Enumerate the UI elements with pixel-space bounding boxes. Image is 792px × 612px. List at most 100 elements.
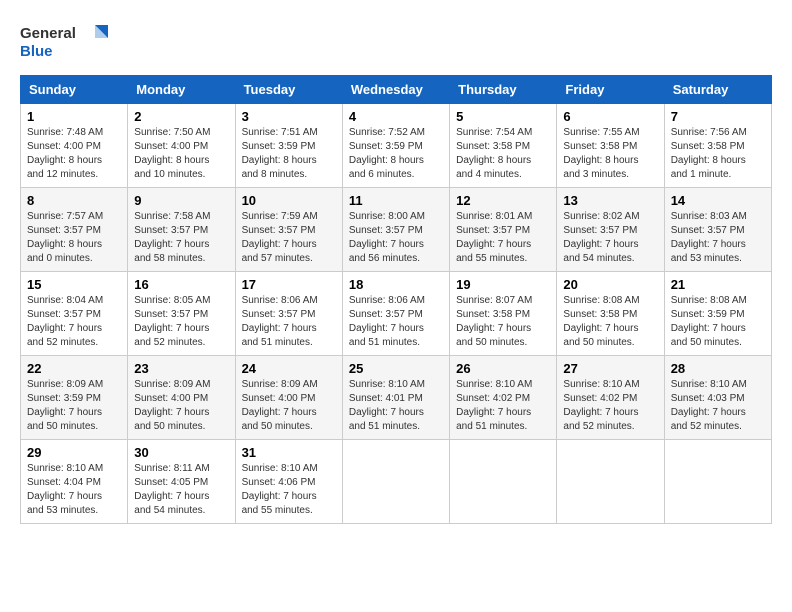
cell-info: Sunrise: 8:10 AMSunset: 4:01 PMDaylight:… [349, 379, 425, 432]
calendar-cell: 15 Sunrise: 8:04 AMSunset: 3:57 PMDaylig… [21, 272, 128, 356]
calendar-cell: 25 Sunrise: 8:10 AMSunset: 4:01 PMDaylig… [342, 356, 449, 440]
cell-info: Sunrise: 8:03 AMSunset: 3:57 PMDaylight:… [671, 211, 747, 264]
day-header-wednesday: Wednesday [342, 76, 449, 104]
cell-info: Sunrise: 8:01 AMSunset: 3:57 PMDaylight:… [456, 211, 532, 264]
svg-text:Blue: Blue [20, 43, 53, 60]
cell-info: Sunrise: 7:54 AMSunset: 3:58 PMDaylight:… [456, 127, 532, 180]
calendar-cell [450, 440, 557, 524]
cell-info: Sunrise: 8:08 AMSunset: 3:58 PMDaylight:… [563, 295, 639, 348]
cell-info: Sunrise: 8:04 AMSunset: 3:57 PMDaylight:… [27, 295, 103, 348]
calendar-cell: 10 Sunrise: 7:59 AMSunset: 3:57 PMDaylig… [235, 188, 342, 272]
calendar-cell: 22 Sunrise: 8:09 AMSunset: 3:59 PMDaylig… [21, 356, 128, 440]
calendar-cell: 6 Sunrise: 7:55 AMSunset: 3:58 PMDayligh… [557, 104, 664, 188]
calendar-week-row: 22 Sunrise: 8:09 AMSunset: 3:59 PMDaylig… [21, 356, 772, 440]
calendar-cell: 3 Sunrise: 7:51 AMSunset: 3:59 PMDayligh… [235, 104, 342, 188]
calendar-cell: 29 Sunrise: 8:10 AMSunset: 4:04 PMDaylig… [21, 440, 128, 524]
calendar-cell: 19 Sunrise: 8:07 AMSunset: 3:58 PMDaylig… [450, 272, 557, 356]
cell-info: Sunrise: 7:48 AMSunset: 4:00 PMDaylight:… [27, 127, 103, 180]
calendar-cell: 16 Sunrise: 8:05 AMSunset: 3:57 PMDaylig… [128, 272, 235, 356]
calendar-cell: 28 Sunrise: 8:10 AMSunset: 4:03 PMDaylig… [664, 356, 771, 440]
day-header-friday: Friday [557, 76, 664, 104]
calendar-cell: 24 Sunrise: 8:09 AMSunset: 4:00 PMDaylig… [235, 356, 342, 440]
logo-svg: General Blue [20, 20, 110, 65]
day-number: 16 [134, 277, 228, 292]
calendar-cell: 18 Sunrise: 8:06 AMSunset: 3:57 PMDaylig… [342, 272, 449, 356]
day-number: 12 [456, 193, 550, 208]
cell-info: Sunrise: 8:09 AMSunset: 4:00 PMDaylight:… [242, 379, 318, 432]
calendar-cell: 1 Sunrise: 7:48 AMSunset: 4:00 PMDayligh… [21, 104, 128, 188]
cell-info: Sunrise: 8:09 AMSunset: 4:00 PMDaylight:… [134, 379, 210, 432]
calendar-cell: 9 Sunrise: 7:58 AMSunset: 3:57 PMDayligh… [128, 188, 235, 272]
calendar-cell: 12 Sunrise: 8:01 AMSunset: 3:57 PMDaylig… [450, 188, 557, 272]
day-number: 17 [242, 277, 336, 292]
cell-info: Sunrise: 7:52 AMSunset: 3:59 PMDaylight:… [349, 127, 425, 180]
calendar-week-row: 15 Sunrise: 8:04 AMSunset: 3:57 PMDaylig… [21, 272, 772, 356]
cell-info: Sunrise: 8:10 AMSunset: 4:02 PMDaylight:… [456, 379, 532, 432]
calendar-cell: 26 Sunrise: 8:10 AMSunset: 4:02 PMDaylig… [450, 356, 557, 440]
calendar-cell: 8 Sunrise: 7:57 AMSunset: 3:57 PMDayligh… [21, 188, 128, 272]
calendar-cell: 23 Sunrise: 8:09 AMSunset: 4:00 PMDaylig… [128, 356, 235, 440]
calendar-cell: 11 Sunrise: 8:00 AMSunset: 3:57 PMDaylig… [342, 188, 449, 272]
cell-info: Sunrise: 8:06 AMSunset: 3:57 PMDaylight:… [349, 295, 425, 348]
calendar-cell: 20 Sunrise: 8:08 AMSunset: 3:58 PMDaylig… [557, 272, 664, 356]
calendar-header-row: SundayMondayTuesdayWednesdayThursdayFrid… [21, 76, 772, 104]
cell-info: Sunrise: 7:50 AMSunset: 4:00 PMDaylight:… [134, 127, 210, 180]
day-header-monday: Monday [128, 76, 235, 104]
day-header-saturday: Saturday [664, 76, 771, 104]
cell-info: Sunrise: 8:07 AMSunset: 3:58 PMDaylight:… [456, 295, 532, 348]
day-number: 5 [456, 109, 550, 124]
day-number: 20 [563, 277, 657, 292]
calendar-cell: 7 Sunrise: 7:56 AMSunset: 3:58 PMDayligh… [664, 104, 771, 188]
calendar-cell: 27 Sunrise: 8:10 AMSunset: 4:02 PMDaylig… [557, 356, 664, 440]
day-number: 29 [27, 445, 121, 460]
calendar-week-row: 1 Sunrise: 7:48 AMSunset: 4:00 PMDayligh… [21, 104, 772, 188]
cell-info: Sunrise: 8:10 AMSunset: 4:03 PMDaylight:… [671, 379, 747, 432]
cell-info: Sunrise: 7:59 AMSunset: 3:57 PMDaylight:… [242, 211, 318, 264]
calendar-cell: 21 Sunrise: 8:08 AMSunset: 3:59 PMDaylig… [664, 272, 771, 356]
day-number: 13 [563, 193, 657, 208]
day-number: 30 [134, 445, 228, 460]
day-number: 14 [671, 193, 765, 208]
calendar-cell: 13 Sunrise: 8:02 AMSunset: 3:57 PMDaylig… [557, 188, 664, 272]
svg-text:General: General [20, 25, 76, 42]
day-number: 9 [134, 193, 228, 208]
calendar-week-row: 29 Sunrise: 8:10 AMSunset: 4:04 PMDaylig… [21, 440, 772, 524]
calendar-table: SundayMondayTuesdayWednesdayThursdayFrid… [20, 75, 772, 524]
calendar-cell: 17 Sunrise: 8:06 AMSunset: 3:57 PMDaylig… [235, 272, 342, 356]
cell-info: Sunrise: 8:09 AMSunset: 3:59 PMDaylight:… [27, 379, 103, 432]
day-number: 1 [27, 109, 121, 124]
day-header-sunday: Sunday [21, 76, 128, 104]
day-number: 23 [134, 361, 228, 376]
cell-info: Sunrise: 8:02 AMSunset: 3:57 PMDaylight:… [563, 211, 639, 264]
day-number: 8 [27, 193, 121, 208]
cell-info: Sunrise: 7:58 AMSunset: 3:57 PMDaylight:… [134, 211, 210, 264]
day-number: 31 [242, 445, 336, 460]
calendar-week-row: 8 Sunrise: 7:57 AMSunset: 3:57 PMDayligh… [21, 188, 772, 272]
day-number: 26 [456, 361, 550, 376]
day-number: 3 [242, 109, 336, 124]
day-number: 28 [671, 361, 765, 376]
calendar-cell: 30 Sunrise: 8:11 AMSunset: 4:05 PMDaylig… [128, 440, 235, 524]
calendar-cell: 5 Sunrise: 7:54 AMSunset: 3:58 PMDayligh… [450, 104, 557, 188]
cell-info: Sunrise: 8:08 AMSunset: 3:59 PMDaylight:… [671, 295, 747, 348]
cell-info: Sunrise: 7:51 AMSunset: 3:59 PMDaylight:… [242, 127, 318, 180]
day-header-thursday: Thursday [450, 76, 557, 104]
cell-info: Sunrise: 8:10 AMSunset: 4:02 PMDaylight:… [563, 379, 639, 432]
cell-info: Sunrise: 8:06 AMSunset: 3:57 PMDaylight:… [242, 295, 318, 348]
day-number: 6 [563, 109, 657, 124]
calendar-cell [664, 440, 771, 524]
page-header: General Blue [20, 20, 772, 65]
cell-info: Sunrise: 8:10 AMSunset: 4:04 PMDaylight:… [27, 463, 103, 516]
day-header-tuesday: Tuesday [235, 76, 342, 104]
cell-info: Sunrise: 8:05 AMSunset: 3:57 PMDaylight:… [134, 295, 210, 348]
day-number: 4 [349, 109, 443, 124]
day-number: 10 [242, 193, 336, 208]
calendar-cell: 2 Sunrise: 7:50 AMSunset: 4:00 PMDayligh… [128, 104, 235, 188]
cell-info: Sunrise: 7:55 AMSunset: 3:58 PMDaylight:… [563, 127, 639, 180]
cell-info: Sunrise: 8:11 AMSunset: 4:05 PMDaylight:… [134, 463, 209, 516]
calendar-cell [557, 440, 664, 524]
day-number: 21 [671, 277, 765, 292]
day-number: 15 [27, 277, 121, 292]
logo: General Blue [20, 20, 110, 65]
cell-info: Sunrise: 7:56 AMSunset: 3:58 PMDaylight:… [671, 127, 747, 180]
